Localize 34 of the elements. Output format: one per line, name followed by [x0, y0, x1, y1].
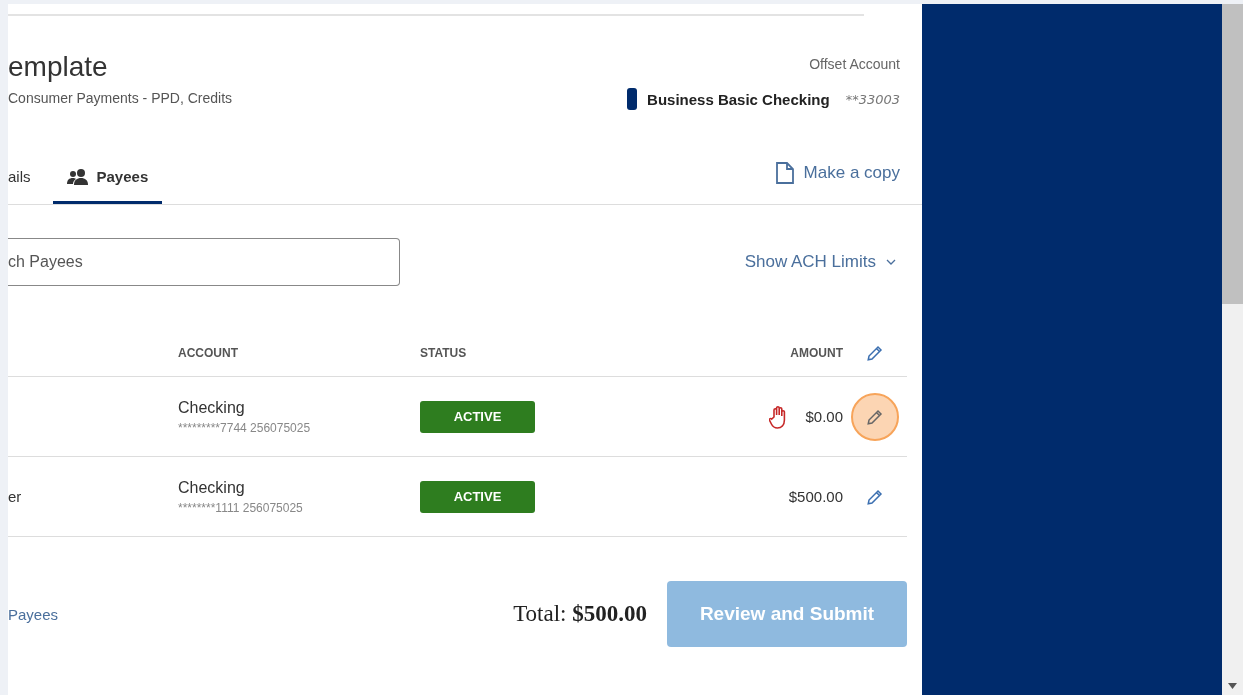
payees-link[interactable]: Payees	[8, 605, 59, 623]
make-copy-link[interactable]: Make a copy	[775, 162, 900, 204]
tab[interactable]: ails	[8, 168, 31, 204]
total-amount: Total: $500.00	[513, 601, 647, 627]
edit-icon	[866, 487, 884, 506]
column-header: STATUS	[420, 346, 468, 360]
edit-icon	[866, 344, 884, 362]
tab[interactable]: Payees	[52, 168, 163, 204]
column-header: AMOUNT	[789, 346, 843, 360]
search-field[interactable]: ch Payees	[8, 238, 400, 286]
account-type: Checking	[178, 478, 246, 497]
offset-label: Offset Account	[809, 56, 900, 72]
chevron-icon	[886, 259, 896, 265]
account-type: Checking	[178, 398, 246, 417]
page-subtitle: Consumer Payments - PPD, Credits	[8, 90, 233, 106]
account-number: **33003	[845, 91, 900, 107]
people-icon	[66, 168, 89, 185]
amount: $500.00	[788, 488, 843, 505]
edit-icon	[866, 407, 884, 426]
account-number: *********7744 256075025	[178, 420, 312, 435]
scrollbar[interactable]	[1222, 4, 1243, 695]
account-number: ********1111 256075025	[178, 500, 304, 515]
document-icon	[775, 162, 794, 184]
account-name: Business Basic Checking	[647, 90, 830, 108]
edit-button[interactable]	[851, 392, 899, 441]
payee-name: er	[8, 488, 23, 505]
status-badge: ACTIVE	[420, 480, 535, 513]
show-limits-toggle[interactable]: Show ACH Limits	[744, 252, 896, 272]
column-header: ACCOUNT	[178, 346, 239, 360]
page-title: emplate	[8, 50, 109, 84]
status-badge: ACTIVE	[420, 400, 535, 433]
caret-icon	[1228, 683, 1237, 689]
account-marker	[627, 88, 638, 110]
amount: $0.00	[805, 408, 843, 425]
